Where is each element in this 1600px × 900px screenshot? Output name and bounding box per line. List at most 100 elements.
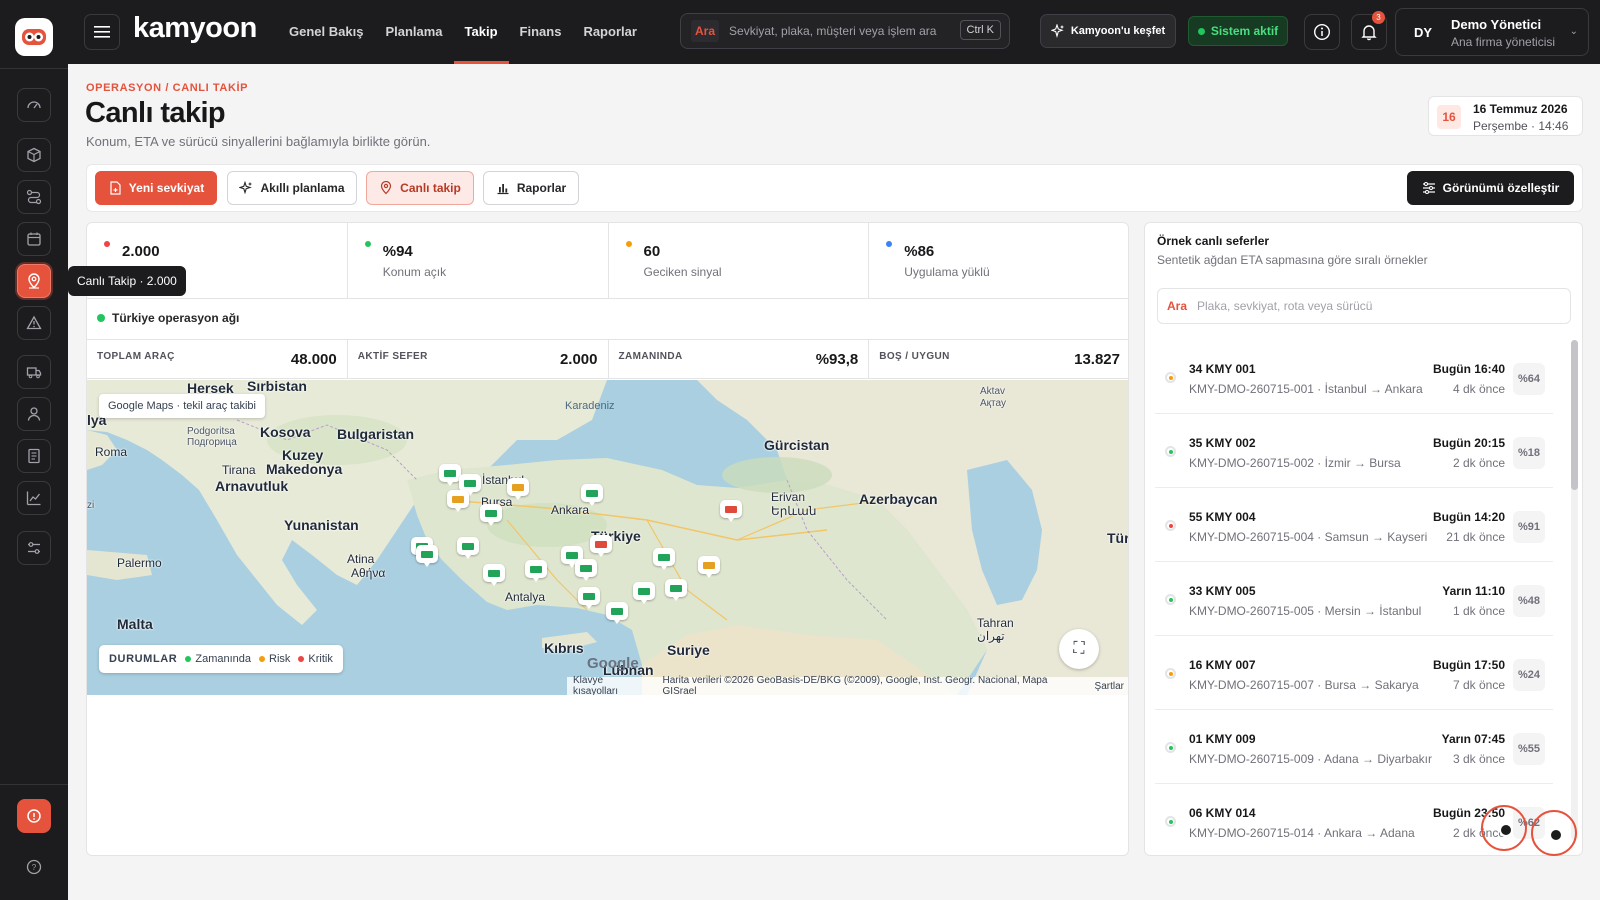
trip-status-dot: [1165, 742, 1176, 753]
notifications-button[interactable]: 3: [1351, 11, 1387, 50]
info-button[interactable]: [1304, 14, 1340, 50]
brand-name[interactable]: kamyoon: [133, 12, 257, 45]
vehicle-marker[interactable]: [575, 559, 597, 581]
reports-button[interactable]: Raporlar: [483, 171, 579, 205]
vehicle-marker[interactable]: [507, 478, 529, 500]
trip-eta: Yarın 11:10: [1442, 584, 1505, 598]
trip-row[interactable]: 16 KMY 007 KMY-DMO-260715-007 · Bursa → S…: [1155, 636, 1553, 710]
user-icon: [27, 407, 41, 421]
google-logo: Google: [587, 655, 639, 672]
sidebar-alert-button[interactable]: [17, 799, 51, 833]
vehicle-marker[interactable]: [457, 537, 479, 559]
truck-icon: [464, 479, 476, 487]
global-search[interactable]: Ara Sevkiyat, plaka, müşteri veya işlem …: [680, 13, 1010, 49]
sidebar-item-package[interactable]: [17, 138, 51, 172]
map-source-chip: Google Maps · tekil araç takibi: [99, 394, 265, 418]
kpi-card[interactable]: 60 Geciken sinyal: [609, 223, 870, 299]
search-input[interactable]: Sevkiyat, plaka, müşteri veya işlem ara: [729, 24, 936, 38]
live-tracking-label: Canlı takip: [400, 181, 461, 195]
discover-label: Kamyoon'u keşfet: [1070, 25, 1166, 37]
map-label-malta: Malta: [117, 616, 153, 632]
sidebar-item-route[interactable]: [17, 180, 51, 214]
search-shortcut: Ctrl K: [959, 20, 1001, 40]
trip-row[interactable]: 55 KMY 004 KMY-DMO-260715-004 · Samsun → …: [1155, 488, 1553, 562]
sidebar-help-button[interactable]: ?: [17, 850, 51, 884]
sidebar-item-map-pin[interactable]: [17, 264, 51, 298]
map-label-antalya: Antalya: [505, 590, 546, 604]
vehicle-marker[interactable]: [483, 564, 505, 586]
terms-link[interactable]: Şartlar: [1095, 681, 1124, 692]
stat-value: 48.000: [290, 351, 337, 368]
trip-search-input[interactable]: Plaka, sevkiyat, rota veya sürücü: [1197, 299, 1372, 313]
sidebar-item-alert[interactable]: [17, 306, 51, 340]
app-logo[interactable]: [15, 18, 53, 56]
truck-icon: [670, 584, 682, 592]
user-menu[interactable]: DY Demo Yönetici Ana firma yöneticisi ⌄: [1395, 8, 1589, 56]
vehicle-marker[interactable]: [525, 560, 547, 582]
trip-row[interactable]: 35 KMY 002 KMY-DMO-260715-002 · İzmir → B…: [1155, 414, 1553, 488]
vehicle-marker[interactable]: [653, 548, 675, 570]
scrollbar-thumb[interactable]: [1571, 340, 1578, 490]
vehicle-marker[interactable]: [447, 490, 469, 512]
smart-planning-label: Akıllı planlama: [260, 181, 345, 195]
vehicle-marker[interactable]: [633, 582, 655, 604]
sidebar-item-chart[interactable]: [17, 481, 51, 515]
sidebar-item-gauge[interactable]: [17, 88, 51, 122]
kpi-label: Konum açık: [382, 265, 447, 279]
date-day-badge: 16: [1437, 105, 1461, 129]
map-label-aktau-kz: Ақтау: [980, 398, 1006, 409]
sidebar-bottom-divider: [0, 784, 68, 785]
truck-icon: [530, 565, 542, 573]
live-map[interactable]: Hersek Sırbistan zi lya Roma Kosova Podgoritsa…: [87, 380, 1128, 695]
trip-plate: 06 KMY 014: [1189, 806, 1256, 820]
map-label-kosova: Kosova: [260, 424, 311, 440]
vehicle-marker[interactable]: [578, 587, 600, 609]
new-shipment-label: Yeni sevkiyat: [128, 181, 205, 195]
sidebar-item-sliders[interactable]: [17, 531, 51, 565]
kpi-card[interactable]: %94 Konum açık: [348, 223, 609, 299]
vehicle-marker[interactable]: [581, 484, 603, 506]
sidebar-item-truck[interactable]: [17, 355, 51, 389]
cursor-indicator: [1481, 805, 1527, 851]
nav-tab-0[interactable]: Genel Bakış: [278, 0, 374, 64]
trip-row[interactable]: 33 KMY 005 KMY-DMO-260715-005 · Mersin → …: [1155, 562, 1553, 636]
kpi-card[interactable]: %86 Uygulama yüklü: [869, 223, 1128, 299]
trip-row[interactable]: 01 KMY 009 KMY-DMO-260715-009 · Adana → D…: [1155, 710, 1553, 784]
trip-status-dot: [1165, 520, 1176, 531]
new-shipment-button[interactable]: Yeni sevkiyat: [95, 171, 217, 205]
vehicle-marker[interactable]: [590, 535, 612, 557]
sidebar-item-document[interactable]: [17, 439, 51, 473]
truck-icon: [583, 592, 595, 600]
vehicle-marker[interactable]: [698, 556, 720, 578]
vehicle-marker[interactable]: [606, 602, 628, 624]
vehicle-marker[interactable]: [439, 464, 461, 486]
nav-tab-1[interactable]: Planlama: [374, 0, 453, 64]
sidebar-item-calendar[interactable]: [17, 222, 51, 256]
menu-button[interactable]: [84, 14, 120, 50]
customize-view-button[interactable]: Görünümü özelleştir: [1407, 171, 1574, 205]
smart-planning-button[interactable]: Akıllı planlama: [227, 171, 357, 205]
truck-icon: [421, 550, 433, 558]
discover-button[interactable]: Kamyoon'u keşfet: [1040, 14, 1176, 48]
trip-list-scrollbar[interactable]: [1571, 340, 1578, 840]
stat-label: AKTİF SEFER: [357, 351, 428, 362]
nav-tab-4[interactable]: Raporlar: [572, 0, 647, 64]
trip-last-signal: 21 dk önce: [1446, 530, 1505, 544]
nav-tab-2[interactable]: Takip: [453, 0, 509, 64]
trip-plate: 33 KMY 005: [1189, 584, 1256, 598]
trip-search[interactable]: Ara Plaka, sevkiyat, rota veya sürücü: [1157, 288, 1571, 324]
chevron-down-icon: ⌄: [1569, 26, 1578, 37]
fullscreen-button[interactable]: ⛶: [1059, 629, 1099, 669]
map-pin-icon: [28, 273, 40, 289]
trip-row[interactable]: 34 KMY 001 KMY-DMO-260715-001 · İstanbul …: [1155, 340, 1553, 414]
nav-tab-3[interactable]: Finans: [509, 0, 573, 64]
vehicle-marker[interactable]: [665, 579, 687, 601]
stat-cell: ZAMANINDA %93,8: [609, 340, 870, 378]
vehicle-marker[interactable]: [416, 545, 438, 567]
sidebar-item-user[interactable]: [17, 397, 51, 431]
keyboard-shortcuts-link[interactable]: Klavye kısayolları: [573, 675, 651, 695]
map-label-arnavutluk: Arnavutluk: [215, 478, 289, 494]
vehicle-marker[interactable]: [480, 504, 502, 526]
live-tracking-button[interactable]: Canlı takip: [366, 171, 474, 205]
vehicle-marker[interactable]: [720, 500, 742, 522]
